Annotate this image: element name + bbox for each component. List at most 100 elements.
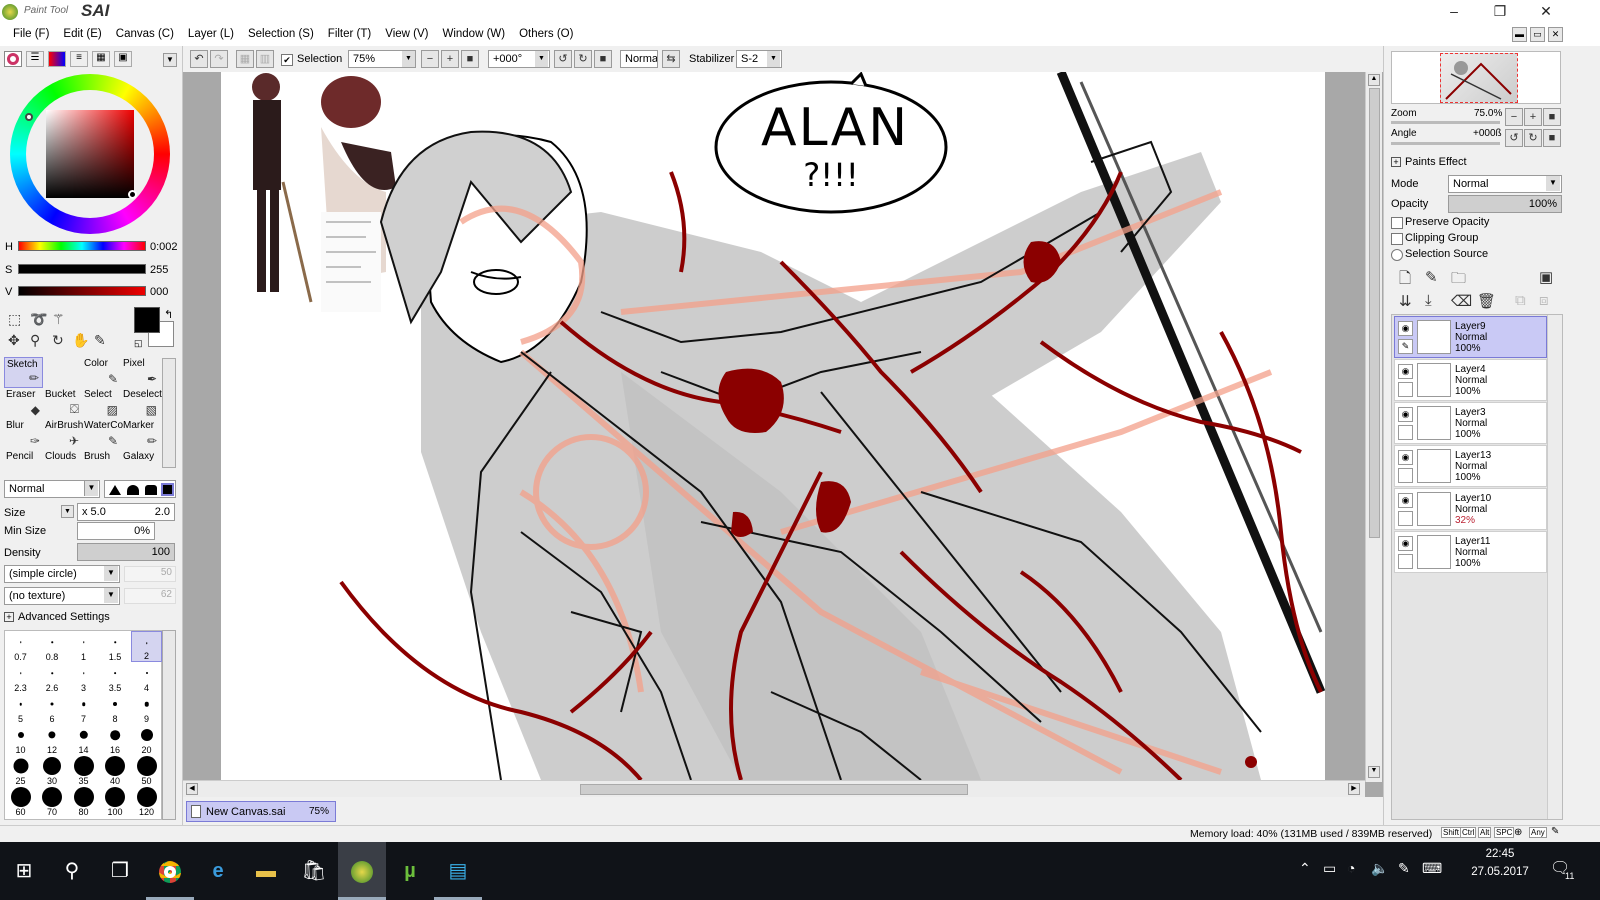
nav-angle-slider[interactable]	[1391, 142, 1500, 145]
close-button[interactable]: ✕	[1523, 0, 1569, 23]
expand-plus-icon[interactable]: +	[1391, 157, 1401, 167]
color-wheel-tab[interactable]	[4, 51, 22, 67]
chrome-icon[interactable]	[146, 842, 194, 900]
lock-icon[interactable]	[1398, 468, 1413, 483]
deselect-icon[interactable]: ▦	[236, 50, 254, 68]
menu-layer[interactable]: Layer (L)	[181, 23, 241, 46]
tool-blur[interactable]: Blur ✑	[4, 419, 43, 450]
brush-size-preset[interactable]: 10	[5, 724, 36, 755]
utorrent-icon[interactable]: µ	[386, 842, 434, 900]
brush-edge-selector[interactable]	[104, 480, 176, 498]
edge-soft-icon[interactable]	[145, 485, 157, 495]
tool-eraser[interactable]: Eraser ◆	[4, 388, 43, 419]
chevron-down-icon[interactable]: ▼	[84, 481, 98, 496]
horizontal-scrollbar[interactable]: ◀ ▶	[183, 780, 1365, 797]
drawing-canvas[interactable]: ALAN ?!!!	[221, 72, 1325, 780]
rotate-reset-icon[interactable]: ■	[594, 50, 612, 68]
scroll-down-icon[interactable]: ▼	[1368, 766, 1380, 778]
menu-filter[interactable]: Filter (T)	[321, 23, 378, 46]
menu-selection[interactable]: Selection (S)	[241, 23, 321, 46]
lock-icon[interactable]	[1398, 425, 1413, 440]
tool-brush[interactable]: Brush	[82, 450, 121, 469]
invert-selection-icon[interactable]: ▥	[256, 50, 274, 68]
menu-view[interactable]: View (V)	[378, 23, 435, 46]
chevron-down-icon[interactable]: ▼	[767, 51, 780, 67]
tool-watercolor[interactable]: WaterCo ✎	[82, 419, 123, 450]
tool-pixel[interactable]: Pixel ✒	[121, 357, 160, 388]
layer-item[interactable]: ◉ Layer10 Normal 32%	[1394, 488, 1547, 530]
layer-opacity-field[interactable]: 100%	[1448, 195, 1562, 213]
brush-size-preset[interactable]: 0.7	[5, 631, 36, 662]
nav-zoom-slider[interactable]	[1391, 121, 1500, 124]
rect-select-icon[interactable]: ⬚	[8, 311, 21, 328]
s-slider[interactable]	[18, 264, 146, 274]
swap-colors-icon[interactable]: ↰	[164, 308, 173, 321]
swatches-tab[interactable]: ▦	[92, 51, 110, 67]
mdi-close-icon[interactable]: ✕	[1548, 27, 1563, 42]
tool-deselect[interactable]: Deselect ▧	[121, 388, 162, 419]
scratchpad-tab[interactable]: ▣	[114, 51, 132, 67]
tool-select[interactable]: Select ▨	[82, 388, 121, 419]
tool-scrollbar[interactable]	[162, 358, 176, 468]
brush-size-preset[interactable]: 100	[100, 786, 131, 817]
hand-icon[interactable]: ✋	[72, 332, 89, 349]
store-icon[interactable]: 🛍	[290, 842, 338, 900]
vertical-scroll-thumb[interactable]	[1369, 88, 1380, 538]
navigator-viewport[interactable]	[1440, 53, 1518, 103]
tool-color[interactable]: Color ✎	[82, 357, 121, 388]
layer-item[interactable]: ◉ ✎ Layer9 Normal 100%	[1394, 316, 1547, 358]
saturation-value-square[interactable]	[46, 110, 134, 198]
app-icon[interactable]: ▤	[434, 842, 482, 900]
reset-colors-icon[interactable]: ◱	[134, 338, 143, 349]
flip-icon[interactable]: ⇆	[662, 50, 680, 68]
advanced-settings-label[interactable]: Advanced Settings	[18, 611, 110, 623]
brush-texture-select[interactable]: (no texture)	[4, 587, 120, 605]
battery-icon[interactable]: ▭	[1323, 860, 1336, 877]
delete-layer-icon[interactable]: 🗑	[1477, 292, 1496, 310]
scroll-up-icon[interactable]: ▲	[1368, 74, 1380, 86]
delete-mask-icon[interactable]: ⧈	[1539, 292, 1549, 309]
brush-size-preset[interactable]: 3.5	[100, 662, 131, 693]
selection-source-radio[interactable]	[1391, 249, 1403, 261]
sv-marker[interactable]	[128, 190, 137, 199]
mdi-minimize-icon[interactable]: ▬	[1512, 27, 1527, 42]
tool-airbrush[interactable]: AirBrush ✈	[43, 419, 83, 450]
layer-mode-select[interactable]: Normal	[1448, 175, 1562, 193]
menu-window[interactable]: Window (W)	[435, 23, 512, 46]
vertical-scrollbar[interactable]: ▲ ▼	[1365, 72, 1382, 782]
nav-zoom-out-icon[interactable]: −	[1505, 108, 1523, 126]
windows-start-icon[interactable]: ⊞	[0, 842, 48, 900]
layer-item[interactable]: ◉ Layer13 Normal 100%	[1394, 445, 1547, 487]
magic-wand-icon[interactable]: ⚚	[52, 311, 65, 328]
chevron-down-icon[interactable]: ▼	[535, 51, 548, 67]
brush-size-preset[interactable]: 12	[37, 724, 68, 755]
file-explorer-icon[interactable]: ▬	[242, 842, 290, 900]
edge-browser-icon[interactable]: e	[194, 842, 242, 900]
tool-pencil[interactable]: Pencil	[4, 450, 43, 469]
brush-size-preset[interactable]: 20	[131, 724, 162, 755]
tool-galaxy[interactable]: Galaxy	[121, 450, 160, 469]
brush-size-preset[interactable]: 2	[131, 631, 162, 662]
tool-clouds[interactable]: Clouds	[43, 450, 82, 469]
chevron-down-icon[interactable]: ▼	[61, 505, 74, 518]
menu-file[interactable]: File (F)	[6, 23, 56, 46]
document-tab[interactable]: New Canvas.sai 75%	[186, 801, 336, 822]
chevron-down-icon[interactable]: ▼	[163, 53, 177, 67]
tool-marker[interactable]: Marker ✏	[121, 419, 160, 450]
nav-zoom-reset-icon[interactable]: ■	[1543, 108, 1561, 126]
preserve-opacity-checkbox[interactable]	[1391, 217, 1403, 229]
brush-size-preset[interactable]: 0.8	[37, 631, 68, 662]
edge-medium-icon[interactable]	[127, 485, 139, 495]
brush-size-preset[interactable]: 3	[68, 662, 99, 693]
chevron-down-icon[interactable]: ▼	[104, 566, 118, 581]
zoom-reset-icon[interactable]: ■	[461, 50, 479, 68]
brush-size-preset[interactable]: 14	[68, 724, 99, 755]
lock-icon[interactable]	[1398, 511, 1413, 526]
brush-size-preset[interactable]: 16	[100, 724, 131, 755]
menu-canvas[interactable]: Canvas (C)	[109, 23, 181, 46]
paints-effect-label[interactable]: Paints Effect	[1405, 156, 1467, 168]
mask-icon[interactable]: ▣	[1539, 268, 1553, 286]
rgb-slider-tab[interactable]: ☰	[26, 51, 44, 67]
lock-icon[interactable]	[1398, 554, 1413, 569]
edge-hard-icon[interactable]	[109, 485, 121, 495]
